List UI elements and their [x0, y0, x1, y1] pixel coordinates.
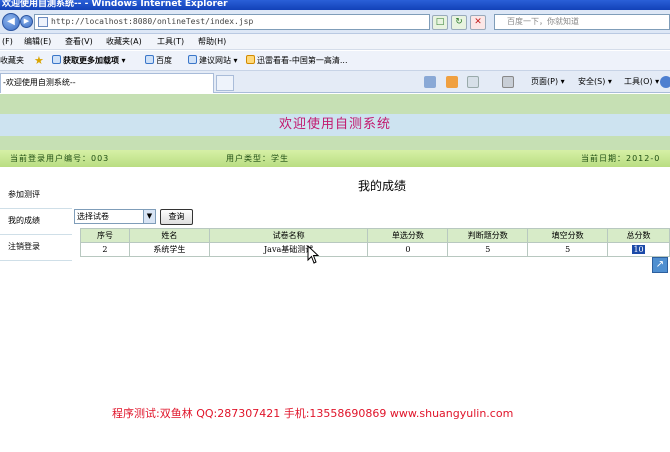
- col-header-exam: 试卷名称: [208, 228, 369, 243]
- sidebar-item-take-test[interactable]: 参加测评: [0, 183, 72, 209]
- menu-view[interactable]: 查看(V): [65, 34, 93, 50]
- help-icon[interactable]: [660, 76, 670, 88]
- compatibility-icon[interactable]: □: [432, 15, 448, 30]
- cell-exam: Java基础测试: [208, 242, 369, 257]
- footer-watermark: 程序测试:双鱼林 QQ:287307421 手机:13558690869 www…: [112, 407, 514, 420]
- menu-tools[interactable]: 工具(T): [157, 34, 184, 50]
- col-header-blank: 填空分数: [527, 228, 609, 243]
- sidebar-item-my-scores[interactable]: 我的成绩: [0, 209, 72, 235]
- col-header-total: 总分数: [607, 228, 670, 243]
- ie-icon: [145, 55, 154, 64]
- sidebar-item-logout[interactable]: 注销登录: [0, 235, 72, 261]
- menu-edit[interactable]: 编辑(E): [24, 34, 51, 50]
- page-menu[interactable]: 页面(P) ▾: [531, 71, 565, 93]
- mail-icon[interactable]: [467, 76, 479, 88]
- mouse-cursor-icon: [307, 245, 320, 264]
- favorites-bar: 收藏夹 ★ 获取更多加载项 ▾ 百度 建议网站 ▾ 迅雷看看-中国第一高清...: [0, 51, 670, 71]
- fav-item-baidu[interactable]: 百度: [145, 51, 172, 71]
- address-input[interactable]: http://localhost:8080/onlineTest/index.j…: [34, 14, 430, 30]
- table-row: 2 系统学生 Java基础测试 0 5 5 10: [80, 242, 670, 257]
- ie-icon: [188, 55, 197, 64]
- fav-item-xunlei[interactable]: 迅雷看看-中国第一高清...: [246, 51, 348, 71]
- col-header-no: 序号: [80, 228, 130, 243]
- menu-file[interactable]: (F): [2, 34, 13, 50]
- col-header-single: 单选分数: [367, 228, 449, 243]
- favorites-label[interactable]: 收藏夹: [0, 51, 24, 71]
- sidebar: 参加测评 我的成绩 注销登录: [0, 183, 72, 263]
- exam-select-value: 选择试卷: [77, 212, 109, 221]
- address-url: http://localhost:8080/onlineTest/index.j…: [51, 17, 254, 26]
- print-icon[interactable]: [502, 76, 514, 88]
- tab-bar: -欢迎使用自测系统-- 页面(P) ▾ 安全(S) ▾ 工具(O) ▾: [0, 71, 670, 93]
- query-button[interactable]: 查询: [160, 209, 193, 225]
- cell-total: 10: [607, 242, 670, 257]
- cell-single: 0: [367, 242, 449, 257]
- refresh-icon[interactable]: ↻: [451, 15, 467, 30]
- user-id-text: 当前登录用户编号：003: [10, 154, 110, 163]
- safety-menu[interactable]: 安全(S) ▾: [578, 71, 612, 93]
- exam-select[interactable]: 选择试卷 ▼: [74, 209, 156, 224]
- stop-icon[interactable]: ✕: [470, 15, 486, 30]
- ie-icon: [52, 55, 61, 64]
- back-icon[interactable]: ◀: [2, 13, 20, 31]
- fav-item-addons[interactable]: 获取更多加载项 ▾: [52, 51, 126, 71]
- page-icon: [38, 17, 48, 27]
- results-title: 我的成绩: [357, 179, 406, 193]
- current-date-text: 当前日期：2012-0: [581, 154, 661, 163]
- home-icon[interactable]: [424, 76, 436, 88]
- window-title-bar: 欢迎使用自测系统-- - Windows Internet Explorer: [0, 0, 670, 10]
- xunlei-icon: [246, 55, 255, 64]
- cell-name: 系统学生: [128, 242, 210, 257]
- chevron-down-icon: ▼: [143, 210, 155, 223]
- menu-bar: (F) 编辑(E) 查看(V) 收藏夹(A) 工具(T) 帮助(H): [0, 34, 670, 50]
- score-table: 序号 姓名 试卷名称 单选分数 判断题分数 填空分数 总分数 2 系统学生 Ja…: [80, 228, 670, 257]
- cell-judge: 5: [447, 242, 529, 257]
- page-title: 欢迎使用自测系统: [278, 117, 391, 132]
- user-type-text: 用户类型：学生: [226, 154, 289, 163]
- header-bottom-stripe: [0, 136, 670, 150]
- col-header-judge: 判断题分数: [447, 228, 529, 243]
- col-header-name: 姓名: [128, 228, 210, 243]
- tab-title: -欢迎使用自测系统--: [3, 78, 76, 87]
- menu-help[interactable]: 帮助(H): [198, 34, 226, 50]
- new-tab-button[interactable]: [216, 75, 234, 91]
- search-input[interactable]: 百度一下，你就知道: [494, 14, 670, 30]
- menu-favorites[interactable]: 收藏夹(A): [106, 34, 142, 50]
- address-toolbar: ◀ ▶ http://localhost:8080/onlineTest/ind…: [0, 10, 670, 34]
- scroll-up-icon[interactable]: ↗: [652, 257, 668, 273]
- cell-no: 2: [80, 242, 130, 257]
- tab-current[interactable]: -欢迎使用自测系统--: [0, 73, 214, 93]
- window-title: 欢迎使用自测系统-- - Windows Internet Explorer: [2, 0, 228, 9]
- table-header-row: 序号 姓名 试卷名称 单选分数 判断题分数 填空分数 总分数: [80, 228, 670, 243]
- star-icon[interactable]: ★: [34, 51, 44, 71]
- total-selected: 10: [632, 245, 645, 254]
- cell-blank: 5: [527, 242, 609, 257]
- forward-icon[interactable]: ▶: [20, 15, 33, 28]
- header-top-stripe: [0, 94, 670, 114]
- search-placeholder: 百度一下，你就知道: [507, 17, 579, 26]
- header-band: 欢迎使用自测系统: [0, 114, 670, 136]
- feeds-icon[interactable]: [446, 76, 458, 88]
- tools-menu[interactable]: 工具(O) ▾: [624, 71, 659, 93]
- fav-item-suggested[interactable]: 建议网站 ▾: [188, 51, 238, 71]
- user-info-bar: 当前登录用户编号：003 用户类型：学生 当前日期：2012-0: [0, 150, 670, 167]
